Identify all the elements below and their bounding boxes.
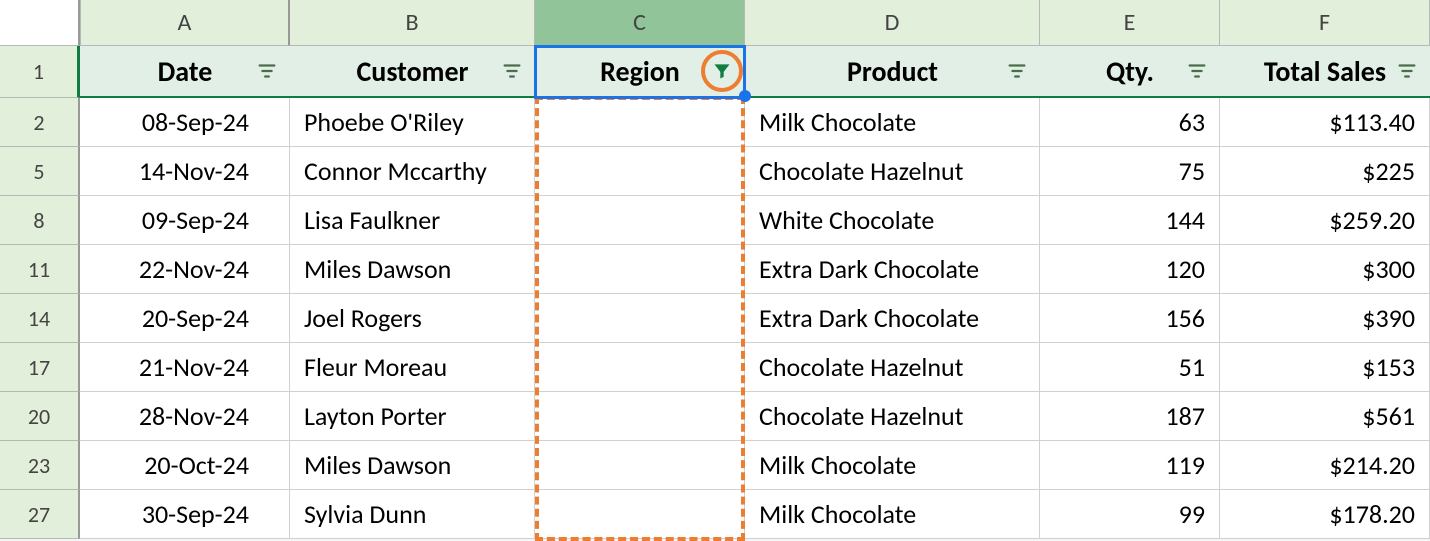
cell-date[interactable]: 22-Nov-24 [80, 245, 290, 294]
filter-active-icon[interactable] [711, 60, 733, 82]
cell-product[interactable]: Extra Dark Chocolate [745, 245, 1040, 294]
header-label: Customer [356, 54, 468, 89]
header-cell-customer[interactable]: Customer [290, 46, 535, 98]
cell-total[interactable]: $259.20 [1220, 196, 1430, 245]
cell-total[interactable]: $300 [1220, 245, 1430, 294]
cell-qty[interactable]: 63 [1040, 98, 1220, 147]
cell-date[interactable]: 20-Oct-24 [80, 441, 290, 490]
cell-customer[interactable]: Layton Porter [290, 392, 535, 441]
cell-region[interactable] [535, 392, 745, 441]
row-header[interactable]: 27 [0, 490, 80, 539]
cell-total[interactable]: $214.20 [1220, 441, 1430, 490]
cell-customer[interactable]: Phoebe O'Riley [290, 98, 535, 147]
header-label: Date [158, 54, 213, 89]
cell-date[interactable]: 21-Nov-24 [80, 343, 290, 392]
cell-product[interactable]: Chocolate Hazelnut [745, 147, 1040, 196]
cell-date[interactable]: 28-Nov-24 [80, 392, 290, 441]
row-header[interactable]: 20 [0, 392, 80, 441]
select-all-corner[interactable] [0, 0, 80, 46]
cell-total[interactable]: $225 [1220, 147, 1430, 196]
filter-icon[interactable] [501, 60, 523, 82]
cell-customer[interactable]: Lisa Faulkner [290, 196, 535, 245]
cell-region[interactable] [535, 147, 745, 196]
filter-icon[interactable] [1006, 60, 1028, 82]
cell-region[interactable] [535, 196, 745, 245]
cell-region[interactable] [535, 490, 745, 539]
cell-customer[interactable]: Fleur Moreau [290, 343, 535, 392]
header-cell-date[interactable]: Date [80, 46, 290, 98]
row-header[interactable]: 17 [0, 343, 80, 392]
cell-product[interactable]: Milk Chocolate [745, 98, 1040, 147]
cell-qty[interactable]: 144 [1040, 196, 1220, 245]
cell-customer[interactable]: Miles Dawson [290, 441, 535, 490]
header-label: Total Sales [1264, 54, 1386, 89]
cell-customer[interactable]: Connor Mccarthy [290, 147, 535, 196]
cell-total[interactable]: $390 [1220, 294, 1430, 343]
header-label: Qty. [1106, 54, 1154, 89]
header-cell-qty-[interactable]: Qty. [1040, 46, 1220, 98]
cell-region[interactable] [535, 245, 745, 294]
cell-total[interactable]: $178.20 [1220, 490, 1430, 539]
cell-date[interactable]: 20-Sep-24 [80, 294, 290, 343]
cell-qty[interactable]: 187 [1040, 392, 1220, 441]
cell-product[interactable]: Extra Dark Chocolate [745, 294, 1040, 343]
row-number: 1 [33, 58, 44, 85]
cell-customer[interactable]: Sylvia Dunn [290, 490, 535, 539]
column-header-E[interactable]: E [1040, 0, 1220, 46]
row-header[interactable]: 14 [0, 294, 80, 343]
cell-product[interactable]: Chocolate Hazelnut [745, 343, 1040, 392]
cell-total[interactable]: $113.40 [1220, 98, 1430, 147]
cell-product[interactable]: Chocolate Hazelnut [745, 392, 1040, 441]
cell-total[interactable]: $153 [1220, 343, 1430, 392]
row-header[interactable]: 5 [0, 147, 80, 196]
cell-date[interactable]: 08-Sep-24 [80, 98, 290, 147]
header-label: Region [600, 54, 680, 89]
row-header-1[interactable]: 1 [0, 46, 80, 98]
cell-region[interactable] [535, 98, 745, 147]
cell-qty[interactable]: 99 [1040, 490, 1220, 539]
row-header[interactable]: 2 [0, 98, 80, 147]
cell-product[interactable]: Milk Chocolate [745, 490, 1040, 539]
row-header[interactable]: 23 [0, 441, 80, 490]
column-header-A[interactable]: A [80, 0, 290, 46]
row-header[interactable]: 11 [0, 245, 80, 294]
cell-qty[interactable]: 156 [1040, 294, 1220, 343]
cell-region[interactable] [535, 343, 745, 392]
cell-customer[interactable]: Miles Dawson [290, 245, 535, 294]
filter-icon[interactable] [1186, 60, 1208, 82]
header-cell-product[interactable]: Product [745, 46, 1040, 98]
cell-customer[interactable]: Joel Rogers [290, 294, 535, 343]
row-header[interactable]: 8 [0, 196, 80, 245]
column-header-B[interactable]: B [290, 0, 535, 46]
cell-region[interactable] [535, 294, 745, 343]
spreadsheet: ABCDEF 1 Date Customer Region Product Qty. To… [0, 0, 1430, 539]
column-header-D[interactable]: D [745, 0, 1040, 46]
cell-qty[interactable]: 120 [1040, 245, 1220, 294]
column-header-F[interactable]: F [1220, 0, 1430, 46]
cell-date[interactable]: 30-Sep-24 [80, 490, 290, 539]
cell-qty[interactable]: 51 [1040, 343, 1220, 392]
cell-total[interactable]: $561 [1220, 392, 1430, 441]
column-header-C[interactable]: C [535, 0, 745, 46]
cell-qty[interactable]: 75 [1040, 147, 1220, 196]
header-cell-region[interactable]: Region [535, 46, 745, 98]
cell-region[interactable] [535, 441, 745, 490]
cell-qty[interactable]: 119 [1040, 441, 1220, 490]
cell-product[interactable]: White Chocolate [745, 196, 1040, 245]
cell-date[interactable]: 09-Sep-24 [80, 196, 290, 245]
filter-icon[interactable] [1396, 60, 1418, 82]
cell-date[interactable]: 14-Nov-24 [80, 147, 290, 196]
selection-handle[interactable] [739, 90, 751, 102]
header-label: Product [847, 54, 938, 89]
filter-icon[interactable] [256, 60, 278, 82]
cell-product[interactable]: Milk Chocolate [745, 441, 1040, 490]
header-cell-total-sales[interactable]: Total Sales [1220, 46, 1430, 98]
